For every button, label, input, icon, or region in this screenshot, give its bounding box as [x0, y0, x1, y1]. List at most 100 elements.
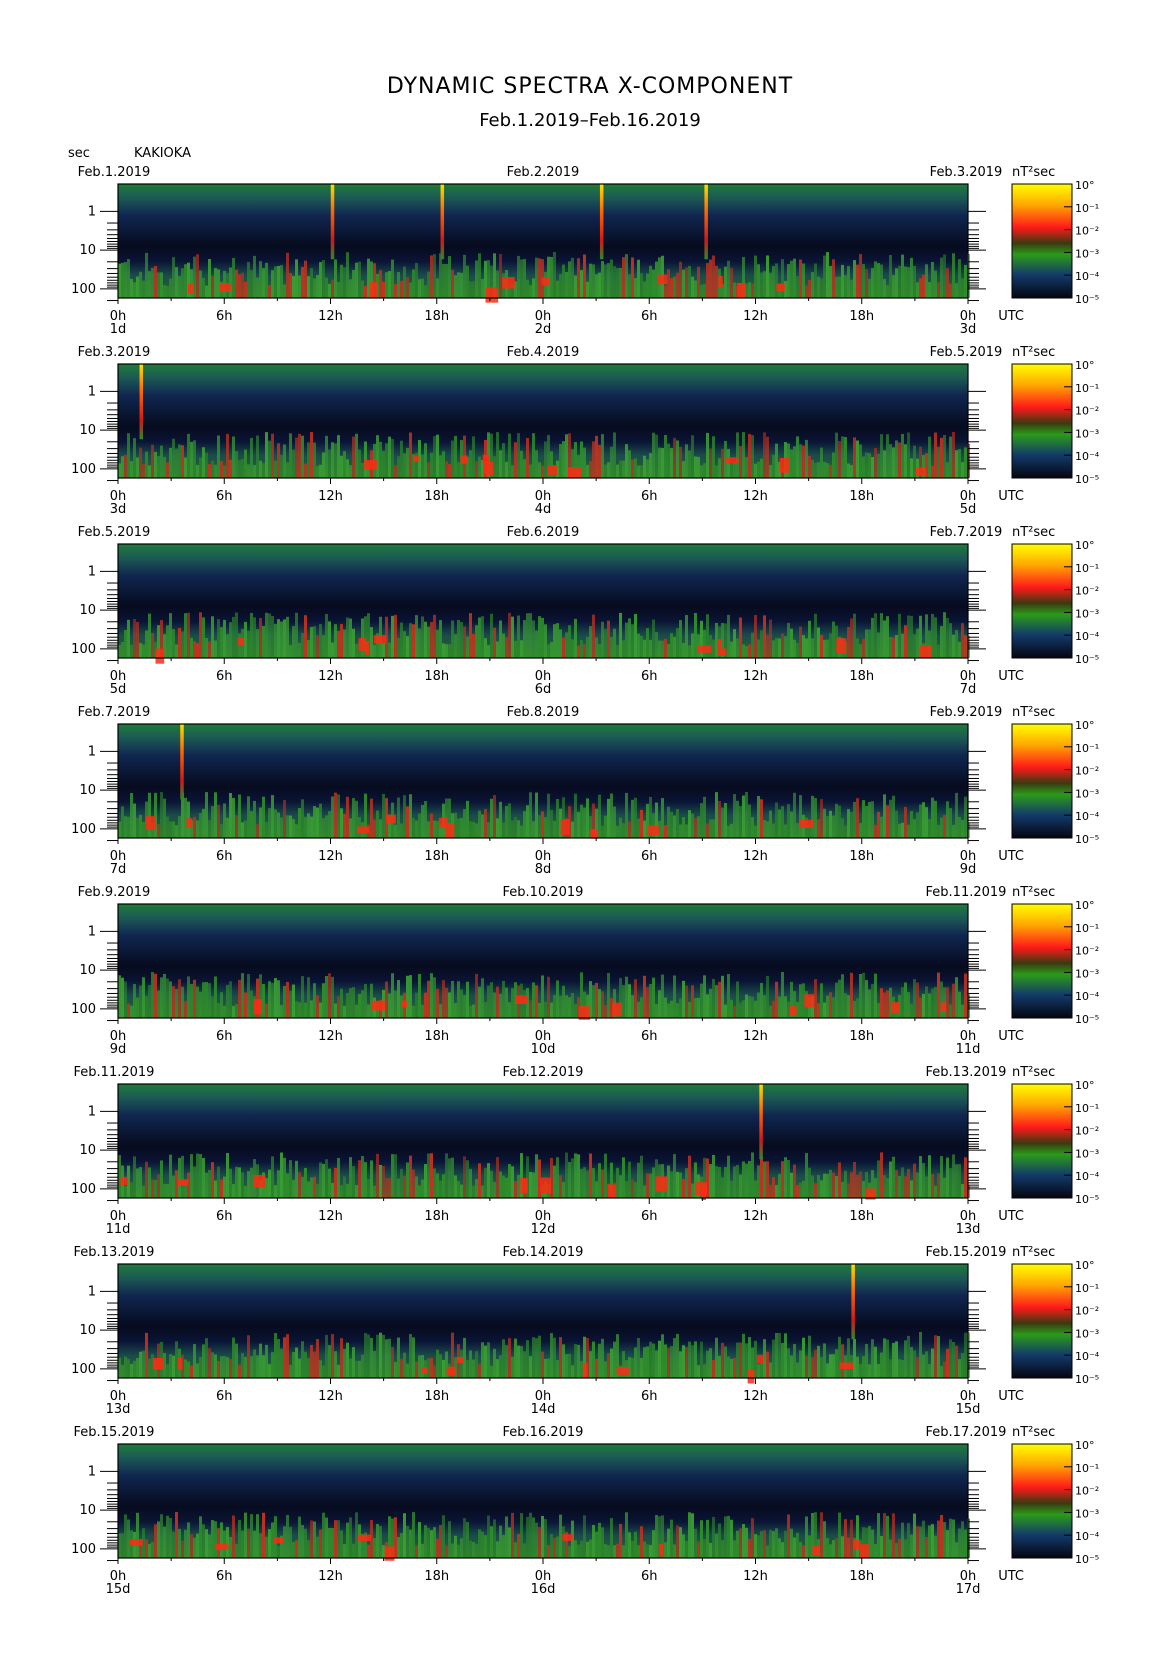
activity-column — [418, 1185, 421, 1198]
activity-column — [868, 1364, 871, 1378]
colorbar-label: 10⁻³ — [1075, 1147, 1099, 1160]
x-tick-label: 12h — [743, 1569, 768, 1584]
activity-column — [328, 811, 331, 838]
colorbar-label: 10⁻⁵ — [1075, 833, 1099, 846]
activity-column — [310, 1177, 313, 1198]
activity-column — [400, 1168, 403, 1198]
activity-column — [172, 1175, 175, 1198]
activity-column — [781, 633, 784, 658]
activity-column — [865, 629, 868, 658]
activity-column — [559, 1337, 562, 1378]
activity-column — [691, 985, 694, 1018]
activity-column — [514, 817, 517, 838]
activity-column — [136, 621, 139, 658]
activity-column — [775, 638, 778, 658]
activity-column — [913, 265, 916, 298]
activity-column — [610, 446, 613, 478]
activity-column — [802, 445, 805, 478]
activity-column — [904, 1539, 907, 1558]
activity-column — [862, 264, 865, 298]
activity-column — [421, 454, 424, 478]
activity-column — [220, 461, 223, 478]
activity-column — [133, 618, 136, 658]
activity-column — [298, 1172, 301, 1198]
activity-column — [142, 1185, 145, 1198]
activity-column — [520, 825, 523, 838]
activity-column — [469, 1005, 472, 1018]
activity-column — [919, 1156, 922, 1198]
activity-column — [646, 273, 649, 298]
activity-column — [754, 825, 757, 838]
activity-column — [328, 449, 331, 478]
activity-column — [349, 818, 352, 838]
activity-column — [532, 433, 535, 478]
activity-column — [598, 989, 601, 1018]
activity-column — [856, 1174, 859, 1198]
day-label-mid: 4d — [535, 502, 552, 517]
activity-column — [712, 819, 715, 838]
activity-column — [280, 1152, 283, 1198]
activity-column — [313, 278, 316, 298]
activity-column — [712, 978, 715, 1018]
activity-column — [832, 815, 835, 838]
activity-column — [547, 1358, 550, 1378]
activity-column — [649, 1173, 652, 1198]
activity-column — [718, 1523, 721, 1558]
activity-column — [913, 634, 916, 658]
activity-column — [301, 976, 304, 1018]
activity-column — [637, 1545, 640, 1558]
activity-column — [811, 638, 814, 658]
activity-column — [229, 793, 232, 838]
activity-column — [568, 261, 571, 298]
activity-column — [481, 978, 484, 1018]
activity-column — [193, 979, 196, 1018]
activity-column — [211, 616, 214, 658]
day-label-start: 11d — [106, 1222, 131, 1237]
activity-column — [742, 1161, 745, 1198]
activity-column — [952, 634, 955, 658]
activity-column — [868, 989, 871, 1018]
activity-column — [472, 1185, 475, 1198]
activity-column — [541, 617, 544, 658]
colorbar-label: 10⁻⁵ — [1075, 653, 1099, 666]
activity-column — [301, 266, 304, 298]
activity-column — [745, 645, 748, 658]
activity-column — [604, 1544, 607, 1558]
activity-column — [760, 1531, 763, 1558]
activity-column — [709, 448, 712, 478]
activity-column — [139, 447, 142, 478]
activity-column — [826, 639, 829, 658]
activity-column — [817, 1345, 820, 1378]
activity-column — [277, 443, 280, 478]
activity-column — [703, 629, 706, 658]
activity-column — [883, 279, 886, 298]
activity-column — [640, 1526, 643, 1558]
activity-column — [931, 261, 934, 298]
activity-column — [319, 464, 322, 478]
activity-column — [397, 1337, 400, 1378]
activity-column — [829, 992, 832, 1018]
activity-column — [298, 275, 301, 298]
activity-column — [445, 1153, 448, 1198]
activity-column — [556, 280, 559, 298]
x-tick-label: 18h — [849, 1209, 874, 1224]
activity-column — [664, 825, 667, 838]
activity-column — [931, 1174, 934, 1198]
x-tick-label: 12h — [318, 1569, 343, 1584]
colorbar-label: 10° — [1075, 539, 1095, 552]
activity-column — [325, 435, 328, 478]
activity-column — [514, 640, 517, 658]
activity-column — [856, 638, 859, 658]
activity-column — [820, 1180, 823, 1198]
colorbar-unit-label: nT²sec — [1012, 525, 1055, 540]
activity-column — [676, 1171, 679, 1198]
activity-column — [256, 1355, 259, 1378]
activity-column — [130, 1363, 133, 1378]
activity-column — [193, 1537, 196, 1558]
activity-column — [469, 450, 472, 478]
activity-column — [145, 451, 148, 478]
x-tick-label: 12h — [743, 1389, 768, 1404]
activity-column — [511, 1166, 514, 1198]
activity-column — [355, 1185, 358, 1198]
activity-column — [505, 1516, 508, 1558]
